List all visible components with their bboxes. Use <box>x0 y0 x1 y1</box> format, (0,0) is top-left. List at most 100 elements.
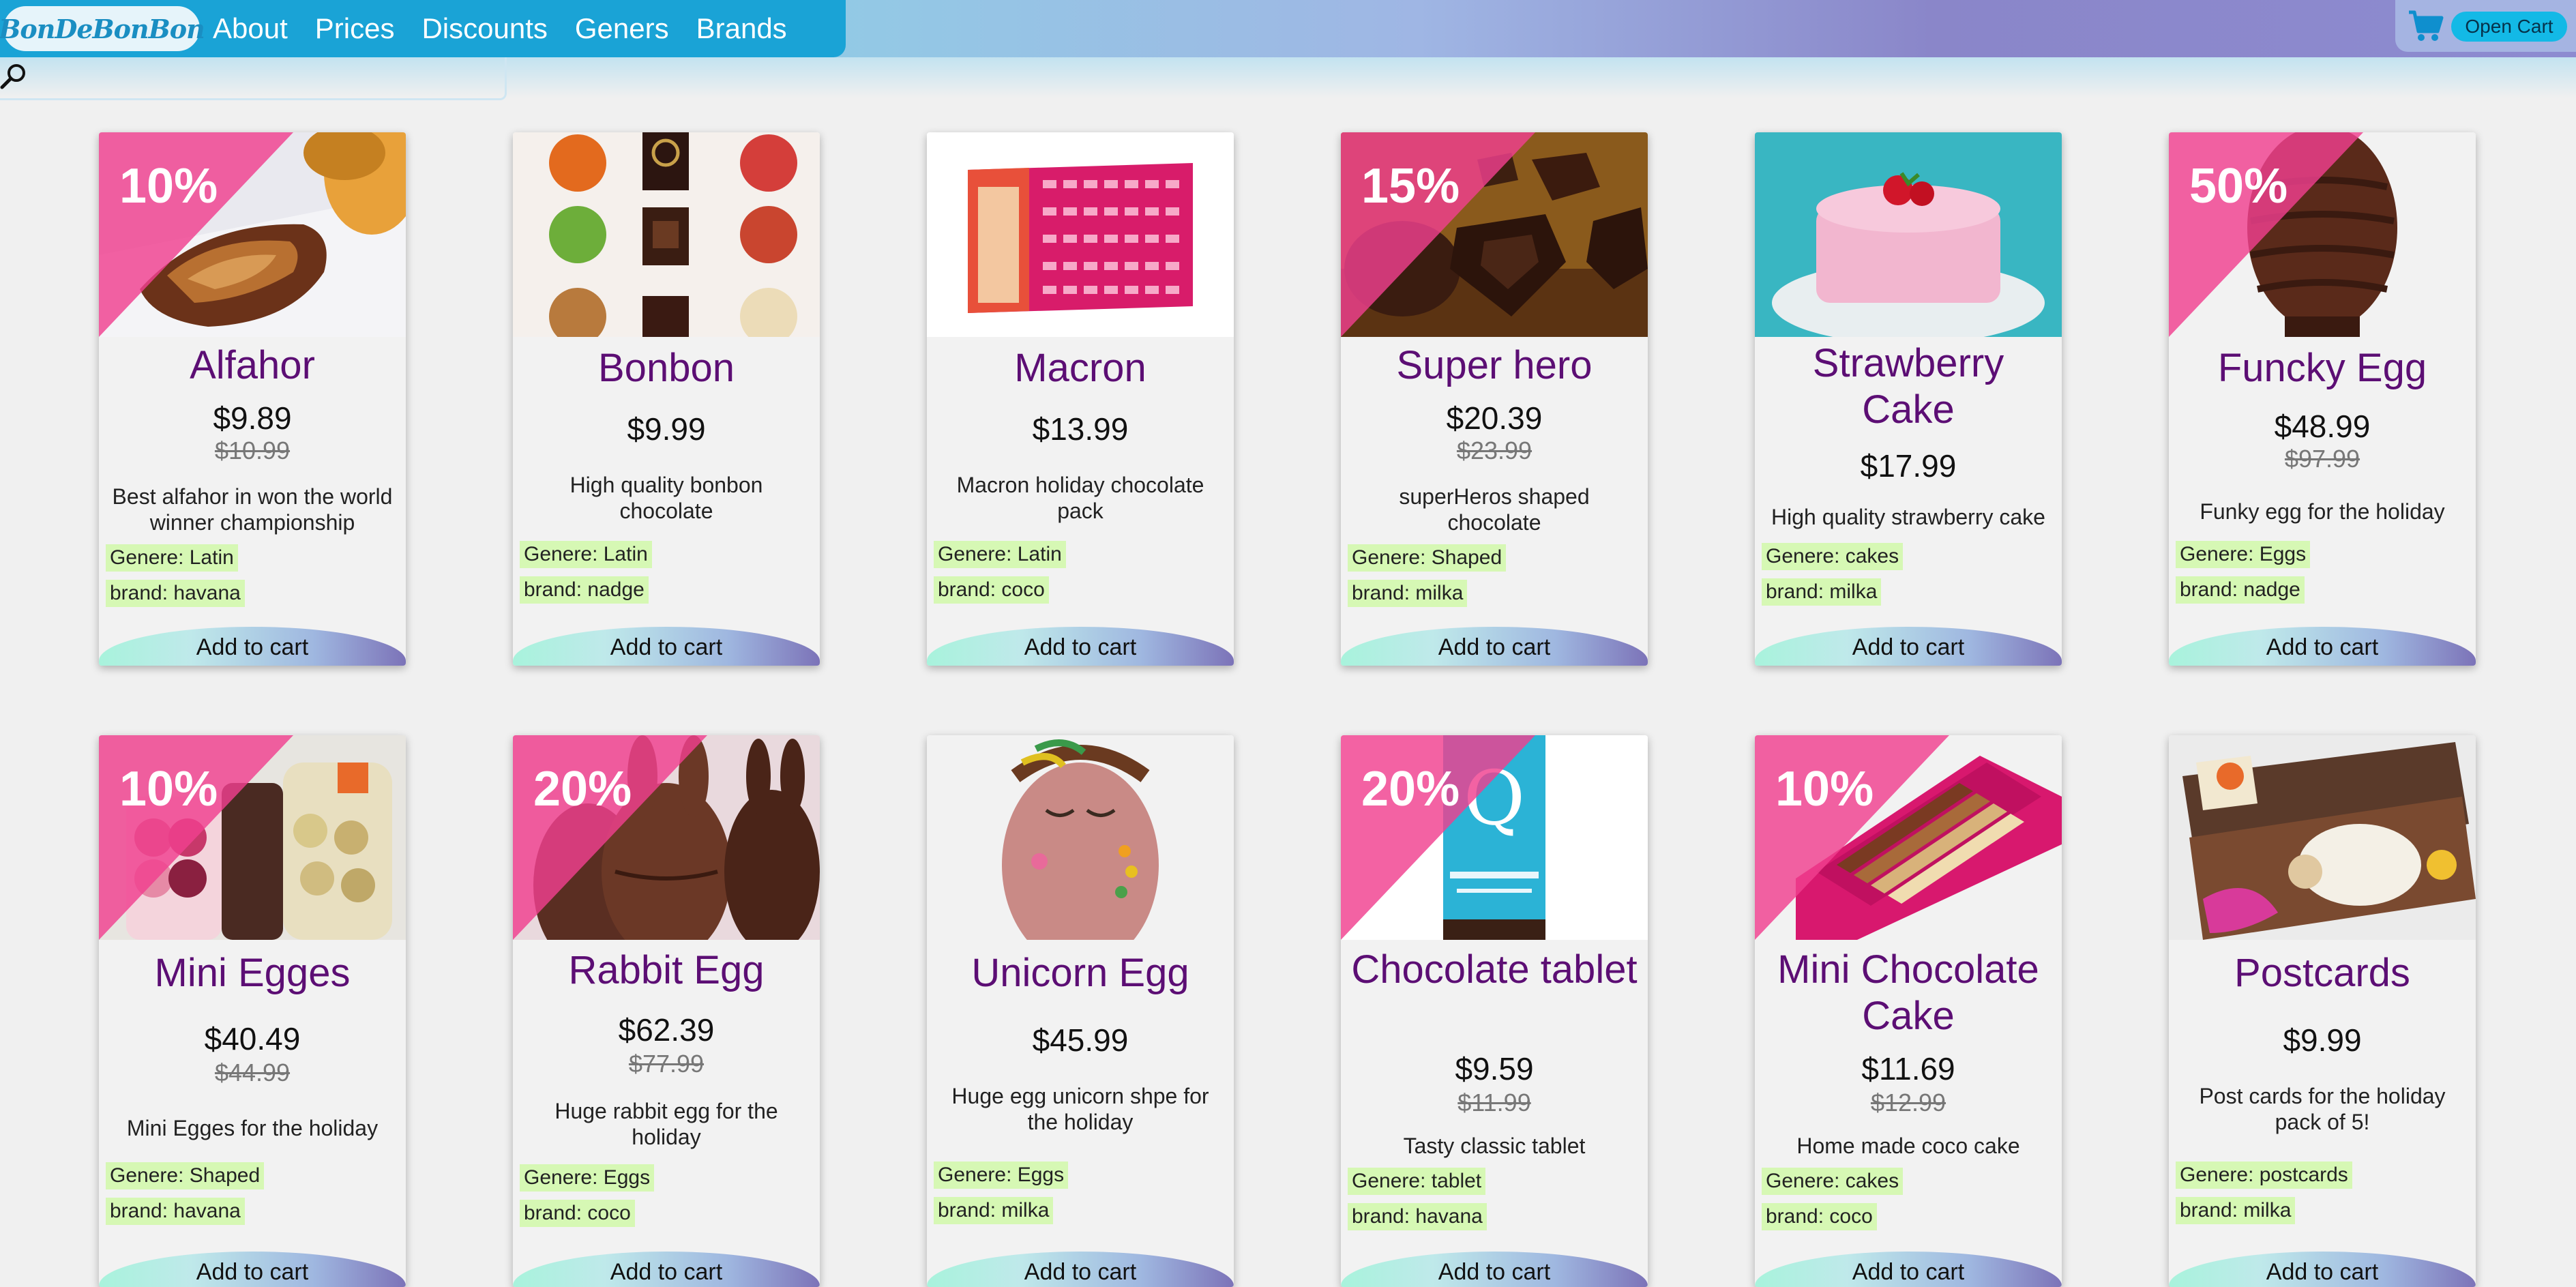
add-to-cart-button[interactable]: Add to cart <box>513 627 820 666</box>
product-title: Strawberry Cake <box>1812 341 2004 432</box>
nav-discounts[interactable]: Discounts <box>421 12 547 45</box>
product-description: Huge rabbit egg for the holiday <box>554 1099 778 1149</box>
open-cart-button[interactable]: Open Cart <box>2451 12 2567 42</box>
discount-text: 10% <box>1775 762 1874 816</box>
product-description: Post cards for the holiday pack of 5! <box>2199 1084 2446 1134</box>
product-description: Home made coco cake <box>1796 1134 2020 1158</box>
old-price: $77.99 <box>628 1050 705 1078</box>
brand-tag: brand: havana <box>1348 1203 1487 1230</box>
genre-tag: Genere: Shaped <box>1348 544 1507 572</box>
product-description: Mini Egges for the holiday <box>126 1116 379 1140</box>
old-price: $23.99 <box>1456 437 1533 464</box>
product-price: $9.99 <box>2283 1022 2362 1058</box>
nav-links: About Prices Discounts Geners Brands <box>213 0 814 57</box>
product-price: $48.99 <box>2274 409 2371 444</box>
nav-about[interactable]: About <box>213 12 288 45</box>
discount-text: 10% <box>119 159 218 213</box>
product-card: Unicorn Egg $45.99 Huge egg unicorn shpe… <box>927 735 1234 1287</box>
add-to-cart-button[interactable]: Add to cart <box>2169 1252 2476 1287</box>
discount-text: 10% <box>119 762 218 816</box>
product-title: Super hero <box>1396 343 1593 387</box>
genre-tag: Genere: Latin <box>934 541 1066 568</box>
genre-tag: Genere: Eggs <box>520 1164 655 1192</box>
genre-tag: Genere: cakes <box>1762 543 1904 570</box>
product-card: Bonbon $9.99 High quality bonbon chocola… <box>513 132 820 666</box>
genre-tag: Genere: tablet <box>1348 1168 1486 1195</box>
product-title: Funcky Egg <box>2217 346 2427 390</box>
brand-tag: brand: milka <box>934 1197 1054 1224</box>
nav-geners[interactable]: Geners <box>575 12 669 45</box>
genre-tag: Genere: Eggs <box>2176 541 2311 568</box>
add-to-cart-button[interactable]: Add to cart <box>2169 627 2476 666</box>
brand-tag: brand: nadge <box>520 576 649 604</box>
product-card: 20% Rabbit Egg $62.39 $77.99 Huge rabbit… <box>513 735 820 1287</box>
product-image <box>1755 132 2062 337</box>
product-card: 10% Mini Egges $40.49 $44.99 Mini Egges … <box>99 735 406 1287</box>
product-image: 20% <box>513 735 820 940</box>
product-description: Tasty classic tablet <box>1403 1134 1586 1158</box>
brand-tag: brand: coco <box>934 576 1049 604</box>
old-price: $10.99 <box>214 437 291 464</box>
brand-tag: brand: havana <box>106 580 245 607</box>
brand-tag: brand: milka <box>2176 1197 2296 1224</box>
product-card: 10% Alfahor $9.89 $10.99 Best alfahor in… <box>99 132 406 666</box>
product-image: 10% <box>99 735 406 940</box>
add-to-cart-button[interactable]: Add to cart <box>513 1252 820 1287</box>
brand-tag: brand: milka <box>1762 578 1882 606</box>
search-input[interactable] <box>34 61 501 94</box>
product-price: $17.99 <box>1860 448 1957 484</box>
genre-tag: Genere: Eggs <box>934 1162 1069 1189</box>
product-description: Huge egg unicorn shpe for the holiday <box>951 1084 1209 1134</box>
product-title: Chocolate tablet <box>1351 947 1638 992</box>
product-card: Macron $13.99 Macron holiday chocolate p… <box>927 132 1234 666</box>
product-image <box>2169 735 2476 940</box>
search-box <box>0 57 507 100</box>
postcards-photo <box>2169 735 2476 940</box>
product-price: $9.59 <box>1455 1051 1534 1086</box>
product-image: 15% <box>1341 132 1648 337</box>
product-card: 10% Mini Chocolate Cake $11.69 $12.99 Ho… <box>1755 735 2062 1287</box>
product-title: Postcards <box>2234 951 2410 995</box>
product-price: $13.99 <box>1032 411 1129 447</box>
product-price: $40.49 <box>204 1021 301 1056</box>
product-description: Funky egg for the holiday <box>2200 499 2445 524</box>
add-to-cart-button[interactable]: Add to cart <box>1755 627 2062 666</box>
product-card: Q 20% Chocolate tablet $9.59 $11.99 Tast… <box>1341 735 1648 1287</box>
product-price: $9.99 <box>627 411 706 447</box>
product-description: Best alfahor in won the world winner cha… <box>112 484 393 535</box>
discount-text: 20% <box>533 762 632 816</box>
add-to-cart-button[interactable]: Add to cart <box>1341 1252 1648 1287</box>
nav-prices[interactable]: Prices <box>315 12 395 45</box>
brand-tag: brand: nadge <box>2176 576 2305 604</box>
genre-tag: Genere: Shaped <box>106 1162 265 1189</box>
product-card: Strawberry Cake $17.99 High quality stra… <box>1755 132 2062 666</box>
old-price: $12.99 <box>1870 1089 1946 1116</box>
add-to-cart-button[interactable]: Add to cart <box>927 627 1234 666</box>
product-image <box>927 132 1234 337</box>
product-description: High quality bonbon chocolate <box>569 473 763 523</box>
product-title: Unicorn Egg <box>971 951 1189 995</box>
product-card: 15% Super hero $20.39 $23.99 superHeros … <box>1341 132 1648 666</box>
product-title: Alfahor <box>190 343 315 387</box>
product-image: Q 20% <box>1341 735 1648 940</box>
product-description: High quality strawberry cake <box>1771 505 2045 529</box>
nav-brands[interactable]: Brands <box>696 12 787 45</box>
old-price: $44.99 <box>214 1059 291 1086</box>
add-to-cart-button[interactable]: Add to cart <box>1755 1252 2062 1287</box>
brand-tag: brand: coco <box>1762 1203 1877 1230</box>
product-image: 10% <box>99 132 406 337</box>
add-to-cart-button[interactable]: Add to cart <box>99 627 406 666</box>
add-to-cart-button[interactable]: Add to cart <box>99 1252 406 1287</box>
macron-photo <box>927 132 1234 337</box>
add-to-cart-button[interactable]: Add to cart <box>927 1252 1234 1287</box>
cart-area: Open Cart <box>2395 0 2576 52</box>
logo[interactable]: BonDeBonBon <box>0 3 205 55</box>
search-icon[interactable] <box>0 61 29 90</box>
genre-tag: Genere: Latin <box>106 544 238 572</box>
product-card: Postcards $9.99 Post cards for the holid… <box>2169 735 2476 1287</box>
genre-tag: Genere: postcards <box>2176 1162 2352 1189</box>
product-title: Bonbon <box>598 346 735 390</box>
product-description: Macron holiday chocolate pack <box>956 473 1204 523</box>
shopping-cart-icon[interactable] <box>2408 10 2444 42</box>
add-to-cart-button[interactable]: Add to cart <box>1341 627 1648 666</box>
